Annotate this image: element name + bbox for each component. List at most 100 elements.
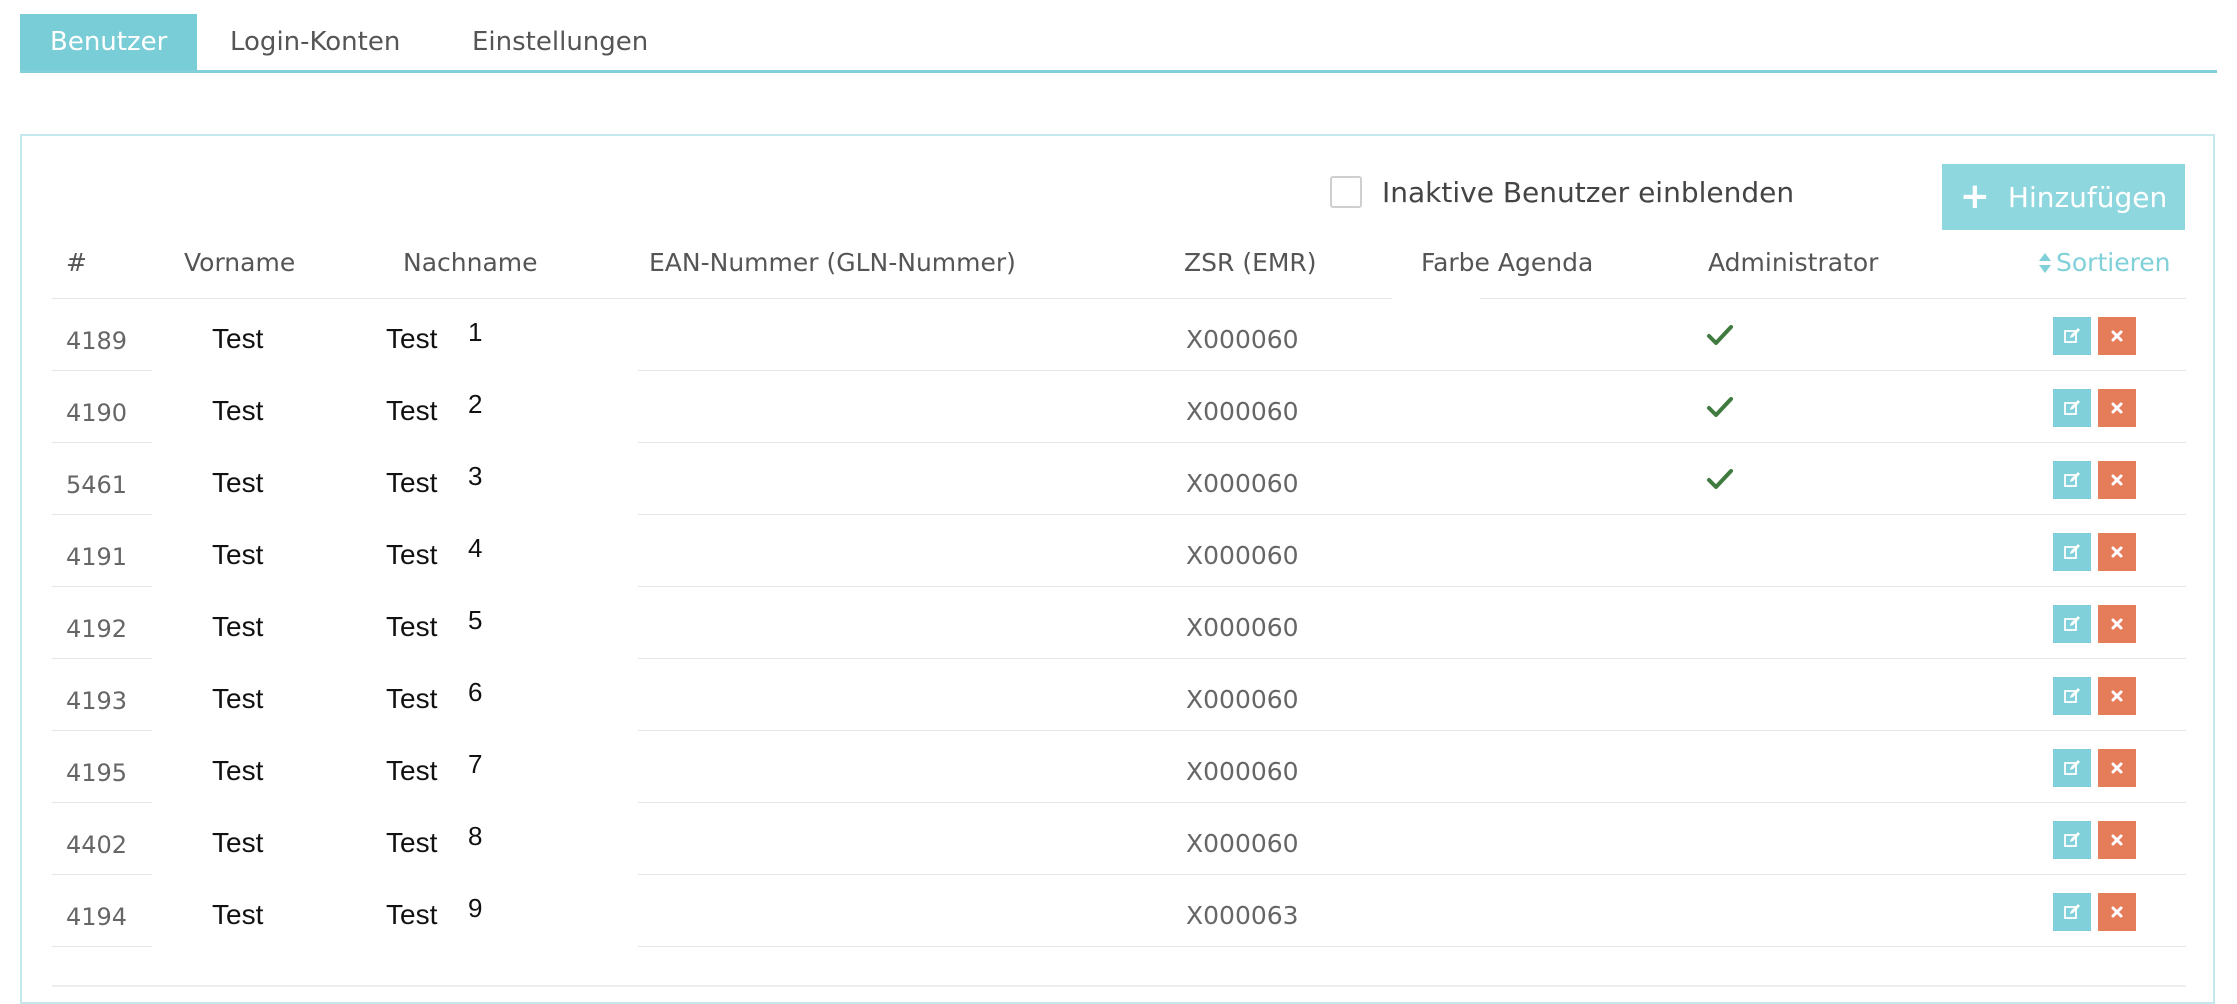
edit-button[interactable] <box>2053 317 2091 355</box>
edit-button[interactable] <box>2053 893 2091 931</box>
row-number-annotation: 8 <box>468 821 483 851</box>
edit-button[interactable] <box>2053 605 2091 643</box>
row-divider <box>52 946 152 947</box>
user-last-name: Test <box>386 899 438 930</box>
admin-check-icon <box>1707 469 1733 489</box>
row-number-annotation: 4 <box>468 533 483 563</box>
user-first-name: Test <box>212 539 264 570</box>
edit-button[interactable] <box>2053 533 2091 571</box>
user-zsr: X000060 <box>1186 685 1299 714</box>
row-number-annotation: 2 <box>468 389 483 419</box>
delete-icon <box>2111 618 2123 630</box>
delete-icon <box>2111 546 2123 558</box>
edit-button[interactable] <box>2053 389 2091 427</box>
user-zsr: X000060 <box>1186 757 1299 786</box>
delete-button[interactable] <box>2098 317 2136 355</box>
column-header-ean: EAN-Nummer (GLN-Nummer) <box>649 248 1016 277</box>
table-row: 4191 Test Test 4 X000060 <box>0 515 2237 587</box>
edit-icon <box>2064 904 2080 919</box>
user-last-name: Test <box>386 323 438 354</box>
user-last-name: Test <box>386 827 438 858</box>
table-row: 4193 Test Test 6 X000060 <box>0 659 2237 731</box>
row-number-annotation: 6 <box>468 677 483 707</box>
row-number-annotation: 1 <box>468 317 483 347</box>
sort-button[interactable]: Sortieren <box>2038 248 2171 277</box>
edit-icon <box>2064 544 2080 559</box>
delete-icon <box>2111 834 2123 846</box>
user-last-name: Test <box>386 755 438 786</box>
delete-icon <box>2111 762 2123 774</box>
table-row: 4192 Test Test 5 X000060 <box>0 587 2237 659</box>
user-first-name: Test <box>212 899 264 930</box>
show-inactive-checkbox[interactable] <box>1330 176 1362 208</box>
table-row: 4194 Test Test 9 X000063 <box>0 875 2237 947</box>
add-user-label: Hinzufügen <box>2007 180 2168 214</box>
delete-button[interactable] <box>2098 677 2136 715</box>
row-divider <box>638 946 2186 947</box>
row-number-annotation: 7 <box>468 749 483 779</box>
delete-icon <box>2111 690 2123 702</box>
column-header-color-agenda: Farbe Agenda <box>1421 248 1594 277</box>
row-number-annotation: 9 <box>468 893 483 923</box>
table-row: 4189 Test Test 1 X000060 <box>0 299 2237 371</box>
edit-icon <box>2064 328 2080 343</box>
edit-button[interactable] <box>2053 749 2091 787</box>
user-id: 5461 <box>66 471 128 499</box>
sort-label: Sortieren <box>2056 248 2171 277</box>
delete-icon <box>2111 330 2123 342</box>
user-zsr: X000060 <box>1186 829 1299 858</box>
add-user-button[interactable]: + Hinzufügen <box>1942 164 2185 230</box>
user-first-name: Test <box>212 323 264 354</box>
edit-icon <box>2064 616 2080 631</box>
column-header-first-name: Vorname <box>184 248 296 277</box>
delete-button[interactable] <box>2098 461 2136 499</box>
delete-icon <box>2111 402 2123 414</box>
user-last-name: Test <box>386 539 438 570</box>
column-header-id: # <box>66 248 87 277</box>
delete-button[interactable] <box>2098 389 2136 427</box>
edit-icon <box>2064 688 2080 703</box>
user-first-name: Test <box>212 611 264 642</box>
tab-bar: Benutzer Login-Konten Einstellungen <box>20 14 2217 73</box>
delete-button[interactable] <box>2098 893 2136 931</box>
user-last-name: Test <box>386 467 438 498</box>
user-id: 4191 <box>66 543 128 571</box>
user-first-name: Test <box>212 827 264 858</box>
tab-login-konten[interactable]: Login-Konten <box>230 14 400 70</box>
tab-benutzer[interactable]: Benutzer <box>20 14 198 70</box>
user-zsr: X000060 <box>1186 325 1299 354</box>
tab-einstellungen[interactable]: Einstellungen <box>472 14 648 70</box>
user-id: 4195 <box>66 759 128 787</box>
delete-icon <box>2111 474 2123 486</box>
column-header-last-name: Nachname <box>403 248 538 277</box>
user-zsr: X000060 <box>1186 397 1299 426</box>
edit-icon <box>2064 832 2080 847</box>
plus-icon: + <box>1959 176 1990 217</box>
user-last-name: Test <box>386 683 438 714</box>
delete-icon <box>2111 906 2123 918</box>
user-id: 4402 <box>66 831 128 859</box>
user-zsr: X000060 <box>1186 541 1299 570</box>
edit-button[interactable] <box>2053 677 2091 715</box>
edit-button[interactable] <box>2053 461 2091 499</box>
delete-button[interactable] <box>2098 821 2136 859</box>
table-row: 4190 Test Test 2 X000060 <box>0 371 2237 443</box>
user-zsr: X000060 <box>1186 469 1299 498</box>
show-inactive-label: Inaktive Benutzer einblenden <box>1382 175 1795 209</box>
delete-button[interactable] <box>2098 605 2136 643</box>
edit-icon <box>2064 760 2080 775</box>
column-header-zsr: ZSR (EMR) <box>1184 248 1317 277</box>
user-id: 4193 <box>66 687 128 715</box>
delete-button[interactable] <box>2098 533 2136 571</box>
user-first-name: Test <box>212 467 264 498</box>
delete-button[interactable] <box>2098 749 2136 787</box>
edit-icon <box>2064 400 2080 415</box>
table-row: 4195 Test Test 7 X000060 <box>0 731 2237 803</box>
user-first-name: Test <box>212 755 264 786</box>
edit-button[interactable] <box>2053 821 2091 859</box>
sort-icon <box>2039 253 2051 273</box>
user-id: 4192 <box>66 615 128 643</box>
table-row: 4402 Test Test 8 X000060 <box>0 803 2237 875</box>
user-id: 4189 <box>66 327 128 355</box>
user-zsr: X000060 <box>1186 613 1299 642</box>
